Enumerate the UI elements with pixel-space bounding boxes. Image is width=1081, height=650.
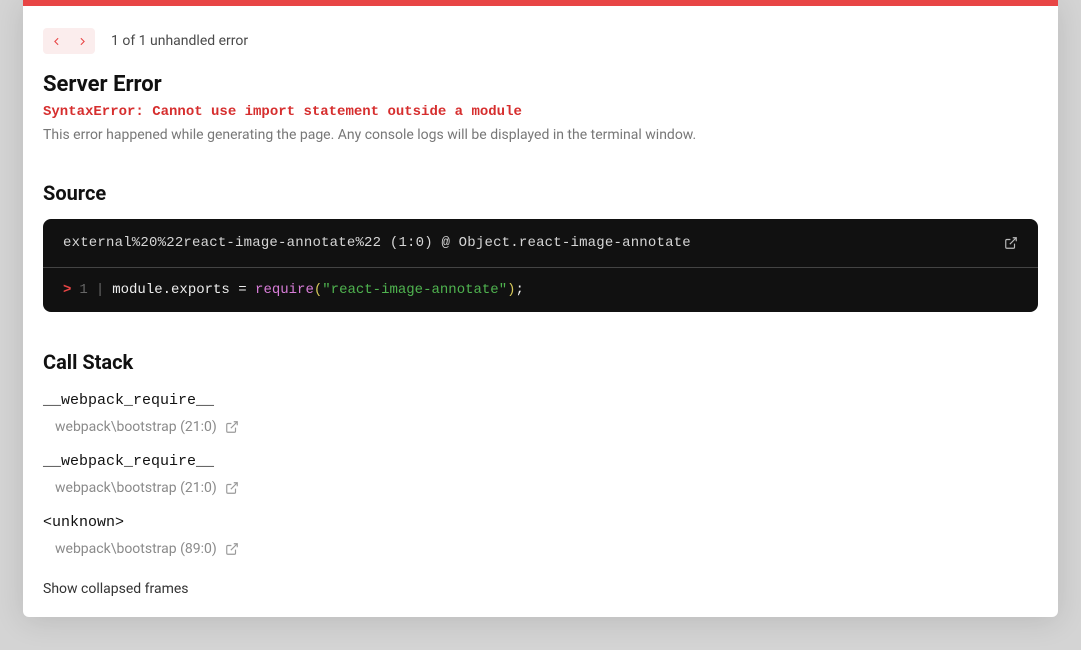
frame-function: __webpack_require__ [43, 453, 1038, 470]
code-token: "react-image-annotate" [322, 282, 507, 298]
frame-function: __webpack_require__ [43, 392, 1038, 409]
source-header: external%20%22react-image-annotate%22 (1… [43, 219, 1038, 268]
next-error-button[interactable] [69, 28, 95, 54]
code-token: ; [516, 282, 524, 298]
source-location: external%20%22react-image-annotate%22 (1… [63, 235, 691, 251]
external-link-icon [225, 420, 239, 434]
callstack-heading: Call Stack [43, 350, 1038, 374]
frame-location-row: webpack\bootstrap (21:0) [43, 480, 1038, 496]
code-token: ( [314, 282, 322, 298]
stack-frame: <unknown> webpack\bootstrap (89:0) [43, 514, 1038, 557]
chevron-left-icon [50, 35, 63, 48]
content: Server Error SyntaxError: Cannot use imp… [23, 54, 1058, 597]
frame-location: webpack\bootstrap (21:0) [55, 419, 217, 435]
code-token: require [255, 282, 314, 298]
open-in-editor-button[interactable] [1004, 236, 1018, 250]
pipe-separator: | [96, 282, 104, 298]
open-frame-button[interactable] [225, 420, 239, 434]
frame-location: webpack\bootstrap (21:0) [55, 480, 217, 496]
line-number: 1 [79, 282, 87, 298]
frame-location: webpack\bootstrap (89:0) [55, 541, 217, 557]
error-count: 1 of 1 unhandled error [111, 33, 248, 49]
error-message: SyntaxError: Cannot use import statement… [43, 101, 1038, 123]
source-heading: Source [43, 181, 1038, 205]
error-caret: > [63, 282, 71, 298]
stack-frame: __webpack_require__ webpack\bootstrap (2… [43, 453, 1038, 496]
frame-location-row: webpack\bootstrap (21:0) [43, 419, 1038, 435]
frame-function: <unknown> [43, 514, 1038, 531]
code-token: ) [507, 282, 515, 298]
external-link-icon [225, 542, 239, 556]
external-link-icon [1004, 236, 1018, 250]
callstack-list: __webpack_require__ webpack\bootstrap (2… [43, 392, 1038, 557]
error-overlay: 1 of 1 unhandled error Server Error Synt… [23, 0, 1058, 617]
open-frame-button[interactable] [225, 542, 239, 556]
code-text: module.exports = require("react-image-an… [112, 282, 524, 298]
show-collapsed-button[interactable]: Show collapsed frames [43, 581, 1038, 597]
error-description: This error happened while generating the… [43, 127, 1038, 143]
source-body: > 1 | module.exports = require("react-im… [43, 268, 1038, 312]
nav-row: 1 of 1 unhandled error [23, 6, 1058, 54]
stack-frame: __webpack_require__ webpack\bootstrap (2… [43, 392, 1038, 435]
nav-buttons [43, 28, 95, 54]
code-token: module.exports = [112, 282, 255, 298]
external-link-icon [225, 481, 239, 495]
prev-error-button[interactable] [43, 28, 69, 54]
frame-location-row: webpack\bootstrap (89:0) [43, 541, 1038, 557]
page-title: Server Error [43, 72, 1038, 97]
source-line: > 1 | module.exports = require("react-im… [63, 282, 1018, 298]
chevron-right-icon [76, 35, 89, 48]
source-code-block: external%20%22react-image-annotate%22 (1… [43, 219, 1038, 312]
open-frame-button[interactable] [225, 481, 239, 495]
